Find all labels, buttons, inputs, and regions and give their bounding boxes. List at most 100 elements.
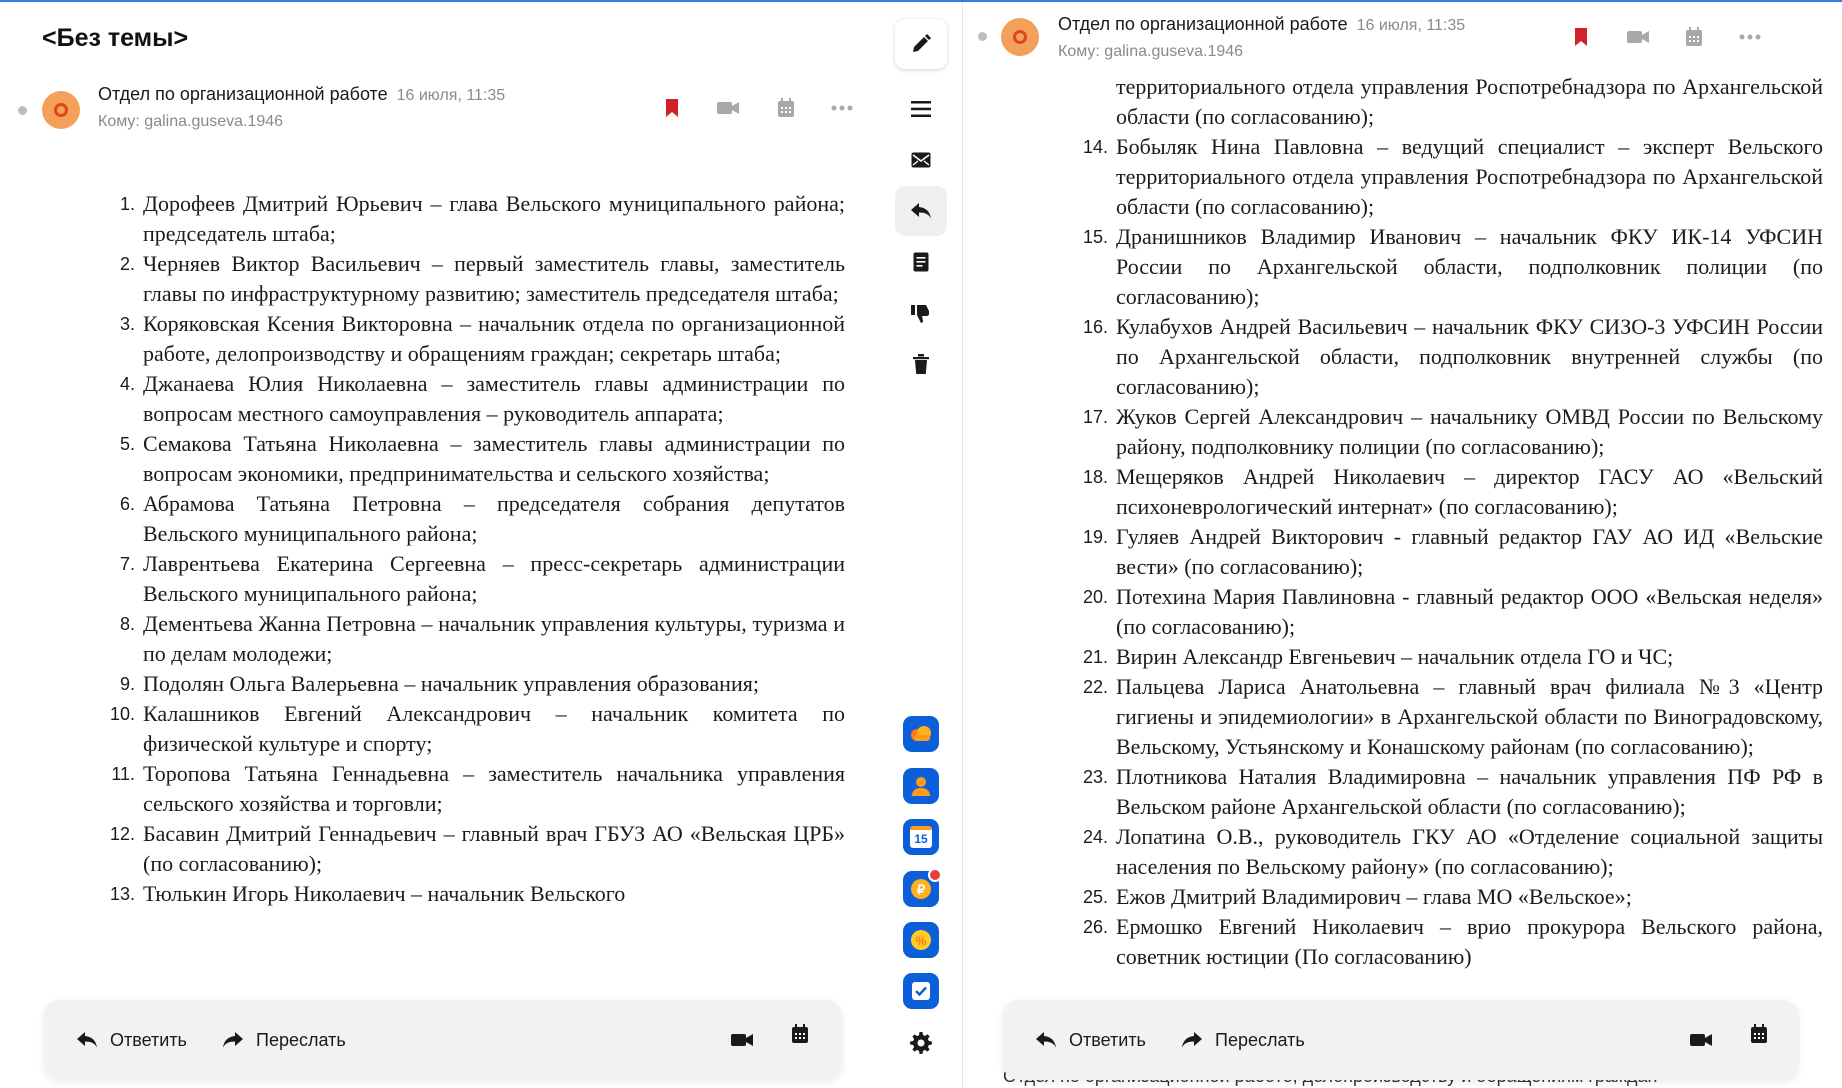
message-pane-left: <Без темы> Отдел по организационной рабо… (0, 2, 963, 1088)
calendar-icon[interactable] (771, 93, 801, 123)
forward-button[interactable]: Переслать (222, 1022, 346, 1058)
mark-unread-button[interactable] (895, 135, 947, 185)
calendar-icon[interactable] (1741, 1016, 1777, 1052)
sender-avatar[interactable] (1001, 18, 1039, 56)
archive-button[interactable] (895, 237, 947, 287)
discounts-app-button[interactable]: % (903, 922, 939, 958)
list-item-text: Кулабухов Андрей Васильевич – начальник … (1116, 314, 1823, 399)
list-item-number: 9. (119, 674, 135, 694)
video-call-icon[interactable] (1623, 22, 1653, 52)
pencil-icon (913, 34, 931, 52)
forward-button[interactable]: Переслать (1181, 1022, 1305, 1058)
reply-bar: Ответить Переслать (44, 1000, 842, 1080)
list-item-number: 17. (1082, 407, 1108, 427)
settings-button[interactable] (895, 1018, 947, 1068)
list-item-number: 10. (109, 704, 135, 724)
list-item-text: Жуков Сергей Александрович – начальнику … (1116, 404, 1823, 459)
recipient-line[interactable]: Кому: galina.guseva.1946 (1058, 43, 1243, 61)
more-options-icon[interactable] (1735, 22, 1765, 52)
reply-toolbar-button[interactable] (895, 186, 947, 236)
delete-button[interactable] (895, 339, 947, 389)
reply-button[interactable]: Ответить (76, 1022, 187, 1058)
reply-button[interactable]: Ответить (1035, 1022, 1146, 1058)
list-item: 13. Тюлькин Игорь Николаевич – начальник … (95, 879, 845, 909)
list-item-text: Ежов Дмитрий Владимирович – глава МО «Ве… (1116, 884, 1632, 909)
list-item-number: 7. (119, 554, 135, 574)
list-item-number: 26. (1082, 917, 1108, 937)
list-item-number: 16. (1082, 317, 1108, 337)
more-options-icon[interactable] (827, 93, 857, 123)
list-item-text: Мещеряков Андрей Николаевич – директор Г… (1116, 464, 1823, 519)
thumbs-down-icon (911, 305, 929, 323)
reply-icon (77, 1032, 97, 1048)
list-item-text: Гуляев Андрей Викторович - главный редак… (1116, 524, 1823, 579)
list-item-number: 5. (119, 434, 135, 454)
video-call-icon[interactable] (724, 1022, 760, 1058)
payments-app-button[interactable]: ₽ (903, 868, 942, 907)
forward-icon (223, 1032, 243, 1048)
list-item-number: 15. (1082, 227, 1108, 247)
svg-text:₽: ₽ (917, 882, 926, 897)
person-icon (912, 777, 930, 796)
list-item: 25. Ежов Дмитрий Владимирович – глава МО … (1068, 882, 1823, 912)
unread-indicator[interactable] (18, 106, 27, 115)
list-item-text: Пальцева Лариса Анатольевна – главный вр… (1116, 674, 1823, 759)
forward-icon (1182, 1032, 1202, 1048)
list-item: 20. Потехина Мария Павлиновна - главный р… (1068, 582, 1823, 642)
list-item: 12. Басавин Дмитрий Геннадьевич – главный… (95, 819, 845, 879)
menu-button[interactable] (895, 84, 947, 134)
trash-icon (913, 354, 929, 374)
list-item-text: Калашников Евгений Александрович – начал… (143, 701, 845, 756)
reply-icon (1036, 1032, 1056, 1048)
list-item-text: Коряковская Ксения Викторовна – начальни… (143, 311, 845, 366)
svg-text:%: % (916, 934, 927, 948)
list-item: 15. Дранишников Владимир Иванович – начал… (1068, 222, 1823, 312)
list-item-text: Джанаева Юлия Николаевна – заместитель г… (143, 371, 845, 426)
recipient-line[interactable]: Кому: galina.guseva.1946 (98, 113, 283, 131)
tasks-app-button[interactable] (903, 973, 939, 1009)
reply-bar: Ответить Переслать (1003, 1000, 1799, 1080)
continuation-text: территориального отдела управления Роспо… (1116, 74, 1823, 129)
reply-label: Ответить (110, 1029, 187, 1050)
list-item-number: 25. (1082, 887, 1108, 907)
list-item: 10. Калашников Евгений Александрович – на… (95, 699, 845, 759)
list-item-text: Ермошко Евгений Николаевич – врио прокур… (1116, 914, 1823, 969)
message-header: Отдел по организационной работе 16 июля,… (0, 84, 870, 148)
list-item: 3. Коряковская Ксения Викторовна – началь… (95, 309, 845, 369)
list-item: 26. Ермошко Евгений Николаевич – врио про… (1068, 912, 1823, 972)
sender-name[interactable]: Отдел по организационной работе (98, 84, 388, 104)
list-item: 18. Мещеряков Андрей Николаевич – директо… (1068, 462, 1823, 522)
video-call-icon[interactable] (1683, 1022, 1719, 1058)
list-item-text: Дементьева Жанна Петровна – начальник уп… (143, 611, 845, 666)
cloud-app-button[interactable] (903, 716, 939, 752)
list-item-text: Потехина Мария Павлиновна - главный реда… (1116, 584, 1823, 639)
spam-button[interactable] (895, 288, 947, 338)
list-item: 21. Вирин Александр Евгеньевич – начальни… (1068, 642, 1823, 672)
sender-avatar[interactable] (42, 91, 80, 129)
list-item-text: Плотникова Наталия Владимировна – началь… (1116, 764, 1823, 819)
list-item-text: Дорофеев Дмитрий Юрьевич – глава Вельско… (143, 191, 845, 246)
message-subject: <Без темы> (42, 24, 189, 52)
bookmark-icon[interactable] (1566, 22, 1596, 52)
list-item-number: 22. (1082, 677, 1108, 697)
list-item-text: Дранишников Владимир Иванович – начальни… (1116, 224, 1823, 309)
list-item: 23. Плотникова Наталия Владимировна – нач… (1068, 762, 1823, 822)
list-item-text: Бобыляк Нина Павловна – ведущий специали… (1116, 134, 1823, 219)
list-item-number: 11. (111, 764, 135, 784)
list-item-text: Торопова Татьяна Геннадьевна – заместите… (143, 761, 845, 816)
sender-name[interactable]: Отдел по организационной работе (1058, 14, 1348, 34)
bookmark-icon[interactable] (657, 93, 687, 123)
list-item-number: 19. (1082, 527, 1108, 547)
calendar-icon[interactable] (1679, 22, 1709, 52)
list-item-number: 13. (109, 884, 135, 904)
compose-button[interactable] (895, 19, 947, 69)
calendar-app-button[interactable]: 15 (903, 819, 939, 855)
video-call-icon[interactable] (713, 93, 743, 123)
unread-indicator[interactable] (978, 32, 987, 41)
reply-label: Ответить (1069, 1029, 1146, 1050)
calendar-icon[interactable] (782, 1016, 818, 1052)
list-item: 22. Пальцева Лариса Анатольевна – главный… (1068, 672, 1823, 762)
contacts-app-button[interactable] (903, 768, 939, 804)
list-item: 24. Лопатина О.В., руководитель ГКУ АО «О… (1068, 822, 1823, 882)
list-item-number: 3. (119, 314, 135, 334)
